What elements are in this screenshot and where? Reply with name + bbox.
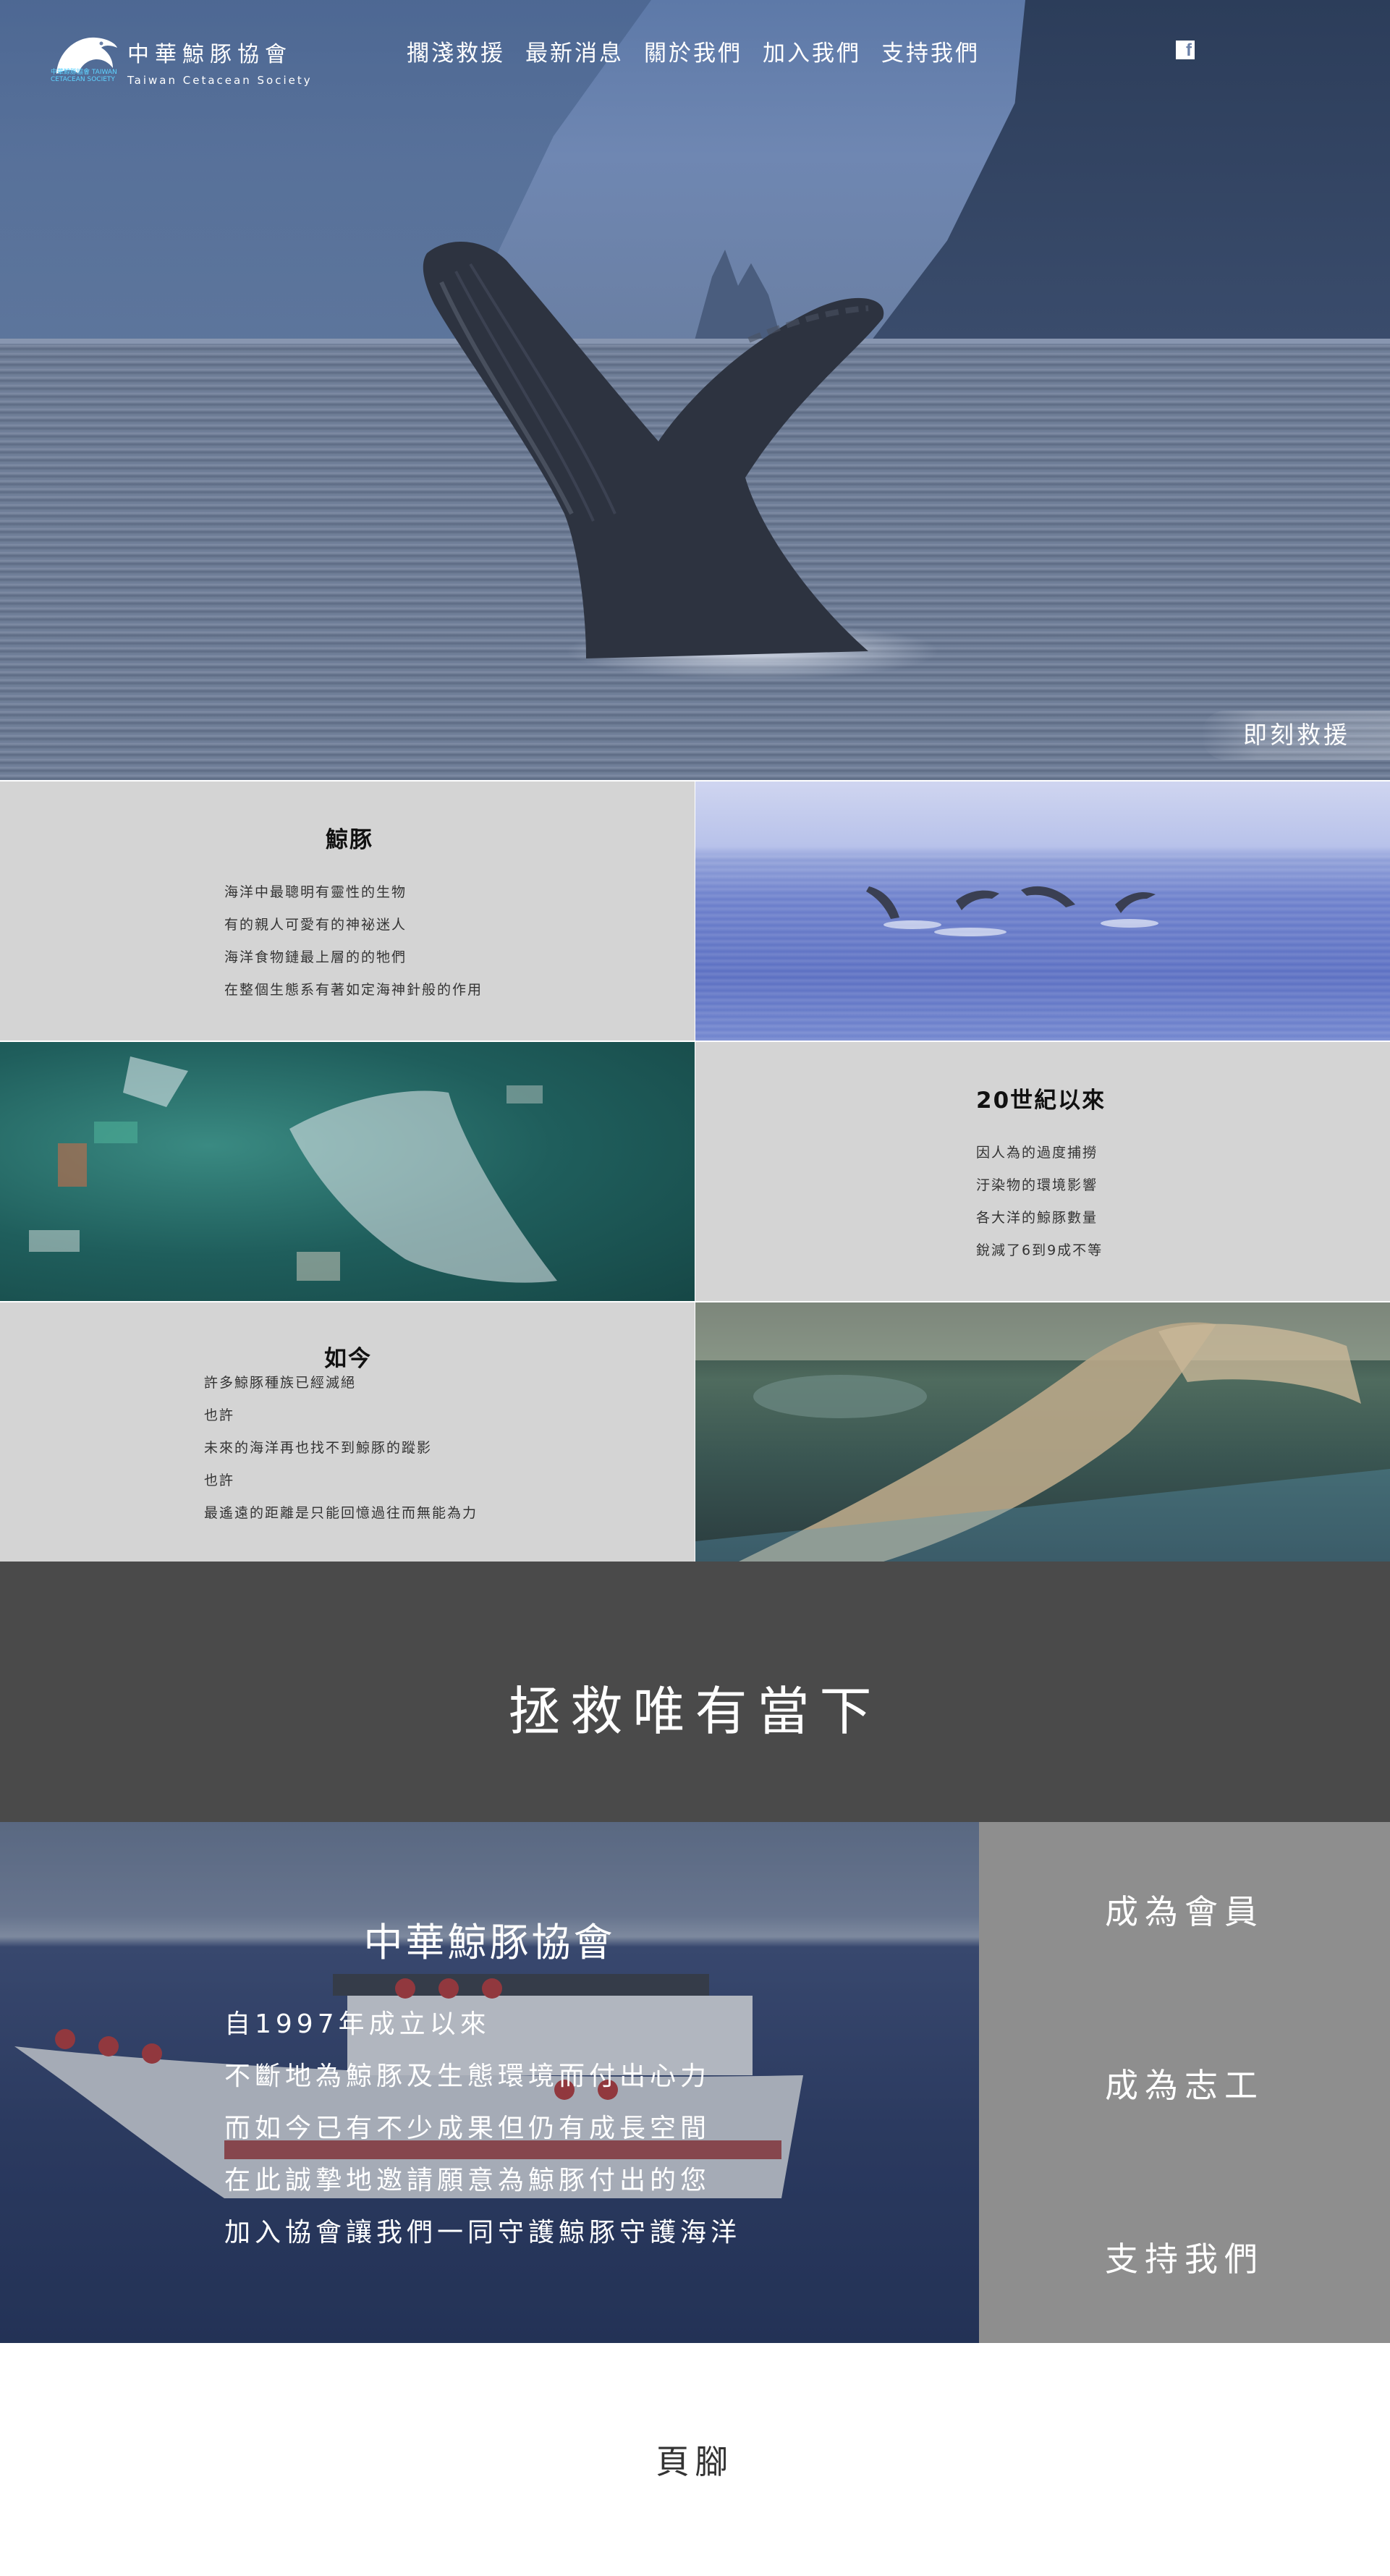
main-nav: 擱淺救援 最新消息 關於我們 加入我們 支持我們 — [407, 35, 980, 67]
skeleton-illustration — [695, 1302, 1390, 1562]
today-line: 許多鯨豚種族已經滅絕 — [204, 1375, 357, 1391]
dolphins-image — [695, 781, 1390, 1041]
ocean-plastic-image — [0, 1042, 695, 1301]
save-now-banner: 拯救唯有當下 — [0, 1562, 1390, 1822]
today-lines: 許多鯨豚種族已經滅絕 也許 未來的海洋再也找不到鯨豚的蹤影 也許 最遙遠的距離是… — [204, 1372, 478, 1535]
about-line: 在此誠摯地邀請願意為鯨豚付出的您 — [224, 2166, 711, 2195]
about-section: 中華鯨豚協會 自1997年成立以來 不斷地為鯨豚及生態環境而付出心力 而如今已有… — [0, 1822, 979, 2343]
logo-title: 中華鯨豚協會 — [127, 42, 292, 67]
nav-rescue[interactable]: 擱淺救援 — [407, 35, 505, 67]
today-line: 最遙遠的距離是只能回憶過往而無能為力 — [204, 1505, 478, 1521]
today-line: 也許 — [204, 1407, 235, 1423]
cetacean-line: 海洋食物鏈最上層的的牠們 — [224, 949, 407, 965]
cetacean-lines: 海洋中最聰明有靈性的生物 有的親人可愛有的神祕迷人 海洋食物鏈最上層的的牠們 在… — [224, 881, 483, 1012]
rescue-now-button[interactable]: 即刻救援 — [1201, 711, 1390, 760]
become-member-link[interactable]: 成為會員 — [979, 1886, 1390, 1933]
century-line: 因人為的過度捕撈 — [976, 1145, 1098, 1161]
banner-text: 拯救唯有當下 — [508, 1681, 882, 1742]
about-lines: 自1997年成立以來 不斷地為鯨豚及生態環境而付出心力 而如今已有不少成果但仍有… — [224, 2003, 741, 2263]
about-line: 而如今已有不少成果但仍有成長空間 — [224, 2114, 711, 2143]
about-line: 加入協會讓我們一同守護鯨豚守護海洋 — [224, 2218, 742, 2247]
nav-about[interactable]: 關於我們 — [644, 35, 742, 67]
century-lines: 因人為的過度捕撈 汙染物的環境影響 各大洋的鯨豚數量 銳減了6到9成不等 — [976, 1142, 1103, 1272]
today-line: 未來的海洋再也找不到鯨豚的蹤影 — [204, 1440, 433, 1456]
century-title: 20世紀以來 — [976, 1088, 1106, 1114]
action-panel: 成為會員 成為志工 支持我們 — [979, 1822, 1390, 2343]
page-footer: 頁腳 — [0, 2343, 1390, 2576]
become-volunteer-link[interactable]: 成為志工 — [979, 2059, 1390, 2107]
about-line: 不斷地為鯨豚及生態環境而付出心力 — [224, 2062, 711, 2091]
logo-subtitle: Taiwan Cetacean Society — [127, 74, 313, 87]
dolphins-illustration — [866, 886, 1158, 936]
footer-text: 頁腳 — [656, 2442, 734, 2481]
today-text-panel: 如今 許多鯨豚種族已經滅絕 也許 未來的海洋再也找不到鯨豚的蹤影 也許 最遙遠的… — [0, 1302, 695, 1562]
plastic-illustration — [29, 1056, 557, 1283]
about-title: 中華鯨豚協會 — [363, 1920, 616, 1965]
support-us-link[interactable]: 支持我們 — [979, 2233, 1390, 2281]
century-line: 汙染物的環境影響 — [976, 1177, 1098, 1193]
cetacean-line: 海洋中最聰明有靈性的生物 — [224, 884, 407, 900]
about-line: 自1997年成立以來 — [224, 2009, 491, 2039]
facebook-icon[interactable]: f — [1176, 41, 1195, 60]
today-line: 也許 — [204, 1473, 235, 1488]
cetacean-title: 鯨豚 — [326, 827, 373, 853]
century-text-panel: 20世紀以來 因人為的過度捕撈 汙染物的環境影響 各大洋的鯨豚數量 銳減了6到9… — [695, 1042, 1390, 1301]
nav-news[interactable]: 最新消息 — [525, 35, 624, 67]
hero-section: 中華鯨豚協會 Taiwan Cetacean Society 中華鯨豚協會 TA… — [0, 0, 1390, 780]
nav-support[interactable]: 支持我們 — [881, 35, 980, 67]
whale-skeleton-museum-image — [695, 1302, 1390, 1562]
century-line: 各大洋的鯨豚數量 — [976, 1210, 1098, 1226]
cetacean-line: 在整個生態系有著如定海神針般的作用 — [224, 982, 483, 998]
breaching-whale-image — [423, 241, 884, 658]
cetacean-text-panel: 鯨豚 海洋中最聰明有靈性的生物 有的親人可愛有的神祕迷人 海洋食物鏈最上層的的牠… — [0, 781, 695, 1041]
century-line: 銳減了6到9成不等 — [976, 1242, 1103, 1258]
today-title: 如今 — [324, 1346, 372, 1372]
logo-tiny-text: 中華鯨豚協會 TAIWAN CETACEAN SOCIETY — [51, 69, 117, 83]
cetacean-line: 有的親人可愛有的神祕迷人 — [224, 917, 407, 933]
nav-join[interactable]: 加入我們 — [763, 35, 861, 67]
